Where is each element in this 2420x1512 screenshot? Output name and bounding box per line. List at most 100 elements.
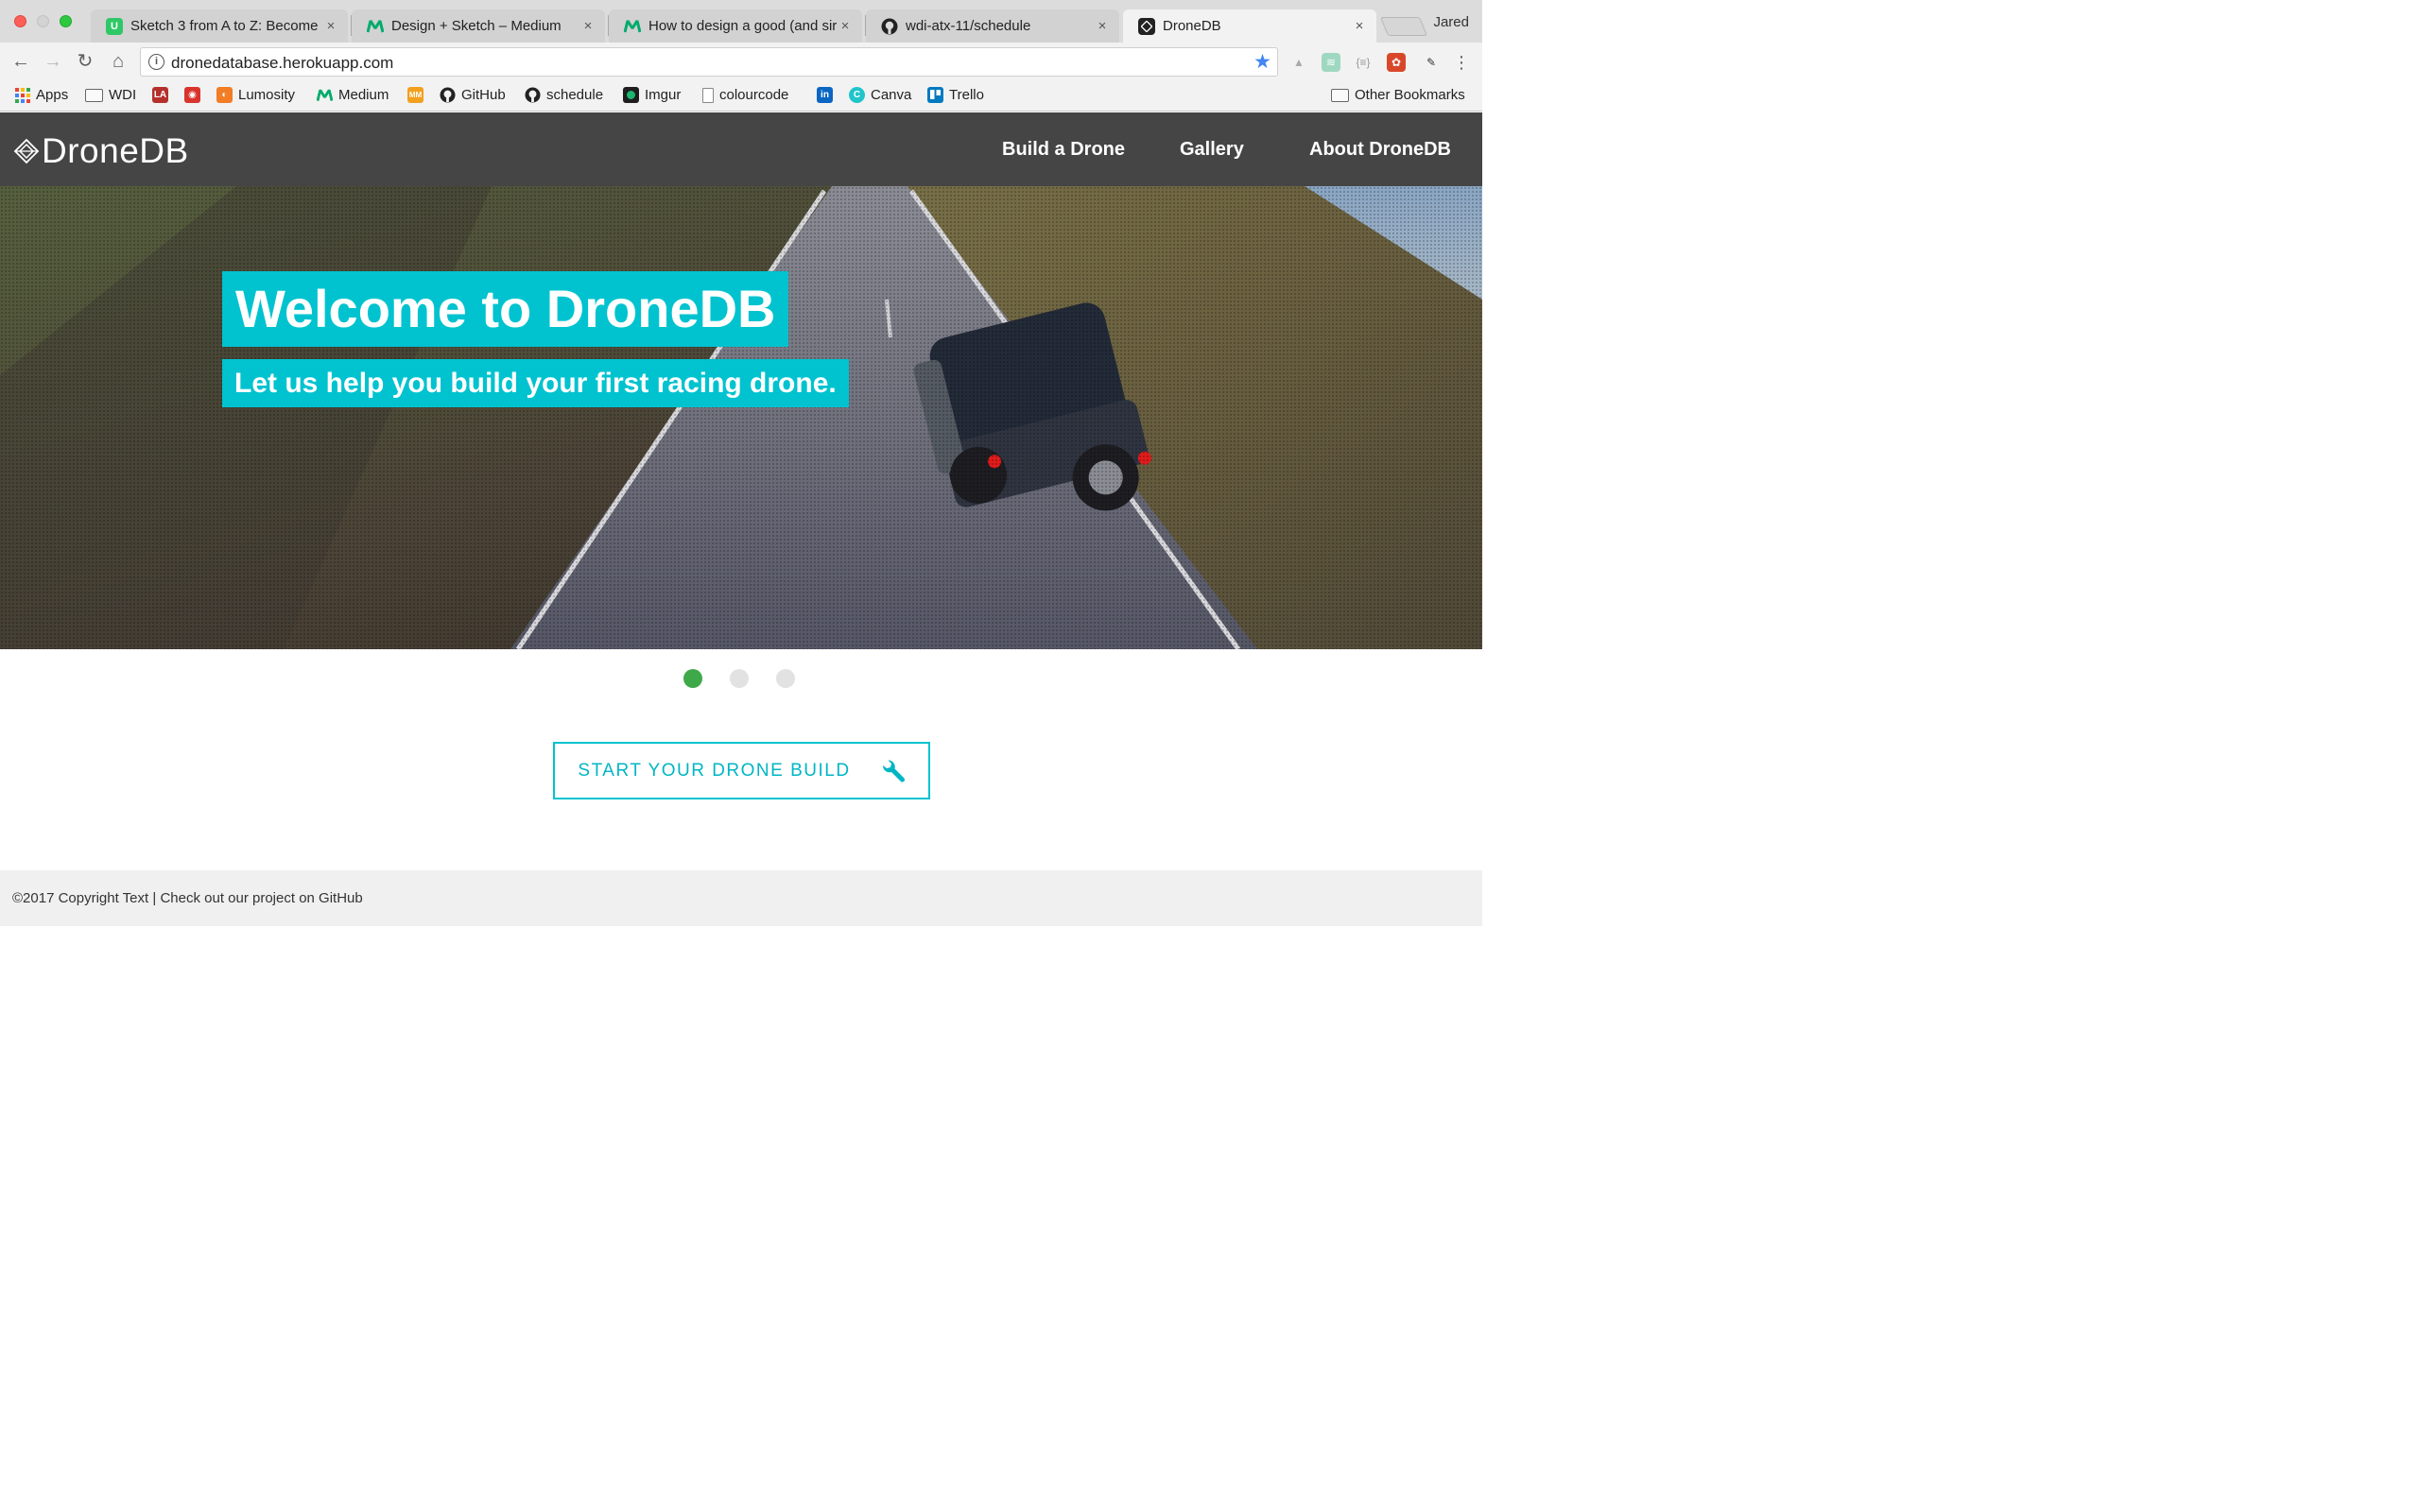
home-icon[interactable]: ⌂ bbox=[108, 51, 129, 72]
tab-title: DroneDB bbox=[1163, 18, 1221, 34]
browser-tab[interactable]: wdi-atx-11/schedule × bbox=[866, 9, 1119, 43]
bookmark-label: Medium bbox=[338, 87, 389, 103]
carousel-dot[interactable] bbox=[730, 669, 749, 688]
imgur-icon bbox=[623, 87, 639, 103]
bookmark-label: Apps bbox=[36, 87, 69, 103]
chrome-menu-icon[interactable]: ⋮ bbox=[1452, 53, 1471, 72]
bookmark-other-bookmarks[interactable]: Other Bookmarks bbox=[1331, 87, 1465, 103]
tab-title: wdi-atx-11/schedule bbox=[906, 18, 1031, 34]
tab-close-icon[interactable]: × bbox=[580, 18, 596, 34]
footer-github-link[interactable]: Check out our project on GitHub bbox=[160, 890, 362, 906]
camera-shutter-icon: ◉ bbox=[184, 87, 200, 103]
folder-icon bbox=[1331, 88, 1349, 102]
bookmark-linkedin[interactable]: in bbox=[817, 87, 838, 103]
medium-icon bbox=[624, 18, 641, 35]
tab-close-icon[interactable]: × bbox=[838, 18, 853, 34]
address-bar[interactable]: i dronedatabase.herokuapp.com ★ bbox=[140, 47, 1278, 77]
medium-icon bbox=[317, 87, 333, 103]
nav-build-a-drone[interactable]: Build a Drone bbox=[1002, 139, 1125, 161]
hero-title: Welcome to DroneDB bbox=[222, 271, 789, 347]
bookmark-medium[interactable]: Medium bbox=[317, 87, 389, 103]
profile-name[interactable]: Jared bbox=[1433, 14, 1469, 30]
bookmark-label: Canva bbox=[871, 87, 912, 103]
bookmark-mm[interactable]: MM bbox=[407, 87, 429, 103]
hero-subtitle: Let us help you build your first racing … bbox=[222, 359, 849, 407]
tab-close-icon[interactable]: × bbox=[1352, 18, 1367, 34]
bookmark-imgur[interactable]: Imgur bbox=[623, 87, 681, 103]
address-bar-url: dronedatabase.herokuapp.com bbox=[171, 54, 394, 72]
site-brand-name: DroneDB bbox=[42, 131, 189, 170]
window-minimize-button[interactable] bbox=[37, 15, 49, 27]
github-icon bbox=[525, 87, 541, 103]
nav-about-dronedb[interactable]: About DroneDB bbox=[1309, 139, 1451, 161]
window-close-button[interactable] bbox=[14, 15, 26, 27]
forward-arrow-icon[interactable]: → bbox=[43, 51, 63, 72]
trello-icon bbox=[927, 87, 943, 103]
bookmark-label: Imgur bbox=[645, 87, 682, 103]
cta-label: START YOUR DRONE BUILD bbox=[578, 760, 851, 781]
page-icon bbox=[702, 87, 714, 103]
browser-tab[interactable]: How to design a good (and sir × bbox=[609, 9, 862, 43]
carousel-indicators bbox=[683, 669, 795, 688]
github-icon bbox=[440, 87, 456, 103]
dronedb-icon bbox=[1138, 17, 1155, 35]
medium-icon bbox=[367, 18, 384, 35]
browser-toolbar: ← → ↻ ⌂ i dronedatabase.herokuapp.com ★ … bbox=[0, 43, 1482, 80]
tab-close-icon[interactable]: × bbox=[323, 18, 338, 34]
bookmark-canva[interactable]: C Canva bbox=[849, 87, 911, 103]
bookmark-schedule[interactable]: schedule bbox=[525, 87, 603, 103]
carousel-dot[interactable] bbox=[776, 669, 795, 688]
bookmark-lab[interactable]: LA bbox=[152, 87, 174, 103]
browser-tab[interactable]: U Sketch 3 from A to Z: Become × bbox=[91, 9, 348, 43]
new-tab-button[interactable] bbox=[1379, 17, 1428, 36]
tab-close-icon[interactable]: × bbox=[1095, 18, 1110, 34]
info-icon[interactable]: i bbox=[148, 54, 164, 70]
bookmark-folder-wdi[interactable]: WDI bbox=[85, 87, 136, 103]
bookmark-github[interactable]: GitHub bbox=[440, 87, 506, 103]
start-drone-build-button[interactable]: START YOUR DRONE BUILD bbox=[553, 742, 930, 799]
eyedropper-extension-icon[interactable]: ✎ bbox=[1422, 53, 1441, 72]
dronedb-logo-icon bbox=[13, 138, 40, 164]
bookmark-lumosity[interactable]: ◐ Lumosity bbox=[216, 87, 295, 103]
json-viewer-icon[interactable]: {≡} bbox=[1354, 53, 1373, 72]
footer-separator: | bbox=[152, 890, 157, 906]
bookmarks-bar: Apps WDI LA ◉ ◐ Lumosity Medium MM GitHu… bbox=[0, 80, 1482, 112]
bookmark-colourcode[interactable]: colourcode bbox=[702, 87, 788, 103]
bookmark-label: colourcode bbox=[719, 87, 789, 103]
window-maximize-button[interactable] bbox=[60, 15, 72, 27]
lumosity-icon: ◐ bbox=[216, 87, 233, 103]
google-drive-icon[interactable]: ▲ bbox=[1289, 53, 1308, 72]
tab-title: How to design a good (and sir bbox=[648, 18, 838, 34]
browser-tab[interactable]: Design + Sketch – Medium × bbox=[352, 9, 605, 43]
bookmark-label: Other Bookmarks bbox=[1355, 87, 1465, 103]
audio-extension-icon[interactable]: ≋ bbox=[1322, 53, 1340, 72]
apps-grid-icon bbox=[14, 87, 30, 103]
nav-gallery[interactable]: Gallery bbox=[1180, 139, 1244, 161]
bookmark-apps[interactable]: Apps bbox=[14, 87, 68, 103]
carousel-dot-active[interactable] bbox=[683, 669, 702, 688]
udemy-icon: U bbox=[106, 17, 123, 35]
color-picker-extension-icon[interactable]: ✿ bbox=[1387, 53, 1406, 72]
tab-title: Sketch 3 from A to Z: Become bbox=[130, 18, 319, 34]
github-icon bbox=[881, 18, 898, 35]
tab-title: Design + Sketch – Medium bbox=[391, 18, 562, 34]
folder-icon bbox=[85, 88, 103, 102]
lab-icon: LA bbox=[152, 87, 168, 103]
bookmark-label: Lumosity bbox=[238, 87, 296, 103]
back-arrow-icon[interactable]: ← bbox=[10, 51, 31, 72]
site-logo[interactable]: DroneDB bbox=[13, 131, 189, 171]
mm-icon: MM bbox=[407, 87, 424, 103]
bookmark-label: schedule bbox=[546, 87, 604, 103]
site-navbar: DroneDB Build a Drone Gallery About Dron… bbox=[0, 112, 1482, 186]
bookmark-label: WDI bbox=[109, 87, 137, 103]
browser-tab-strip: U Sketch 3 from A to Z: Become × Design … bbox=[0, 0, 1482, 43]
footer-copyright: ©2017 Copyright Text bbox=[12, 890, 149, 906]
browser-tab-active[interactable]: DroneDB × bbox=[1123, 9, 1376, 43]
bookmark-star-icon[interactable]: ★ bbox=[1253, 50, 1271, 74]
bookmark-trello[interactable]: Trello bbox=[927, 87, 984, 103]
bookmark-label: Trello bbox=[949, 87, 984, 103]
reload-icon[interactable]: ↻ bbox=[75, 51, 95, 72]
canva-icon: C bbox=[849, 87, 865, 103]
site-footer: ©2017 Copyright Text | Check out our pro… bbox=[0, 870, 1482, 926]
bookmark-camera[interactable]: ◉ bbox=[184, 87, 206, 103]
